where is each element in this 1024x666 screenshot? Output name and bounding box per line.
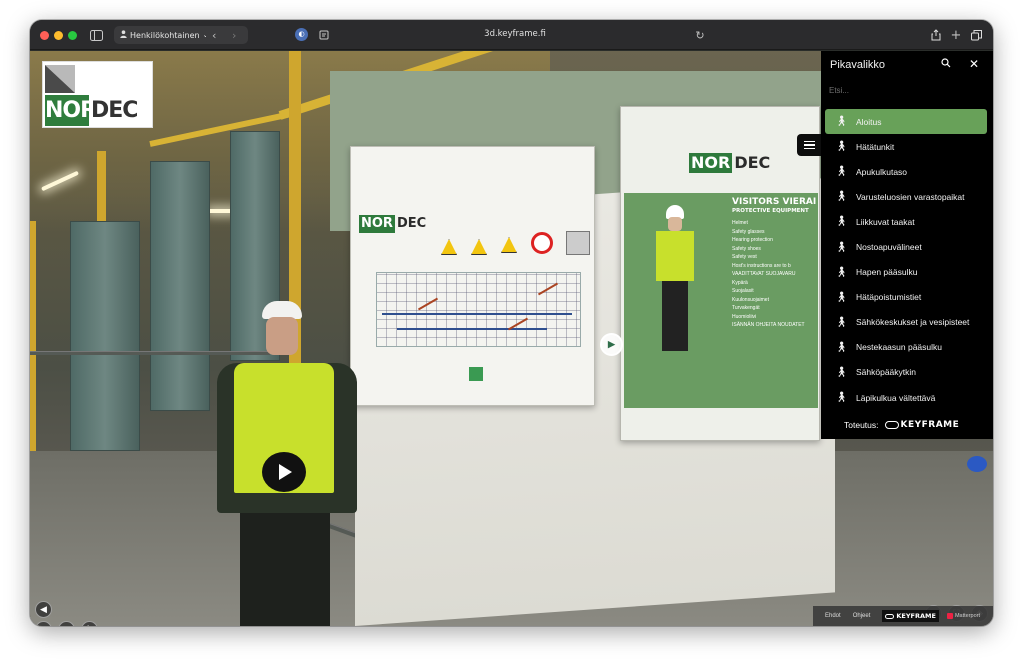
site-map-poster: NOR DEC xyxy=(350,146,595,406)
minimize-window-button[interactable] xyxy=(54,31,63,40)
quick-menu-panel: Pikavalikko ✕ 🚶︎Aloitus 🚶︎Hätätunkit 🚶︎A… xyxy=(821,51,993,439)
nav-buttons: ‹ › xyxy=(206,26,248,44)
hamburger-icon xyxy=(803,140,815,143)
exit-sign xyxy=(469,367,483,381)
site-floor-plan xyxy=(376,272,581,347)
profile-label: Henkilökohtainen xyxy=(130,30,200,40)
walking-person-icon: 🚶︎ xyxy=(835,141,848,153)
attribution-bar: Ehdot Ohjeet KEYFRAME Matterport xyxy=(813,606,993,626)
prohibition-sign xyxy=(531,232,553,254)
menu-item-nestekaasun-paasulku[interactable]: 🚶︎ Nestekaasun pääsulku xyxy=(825,335,987,360)
walking-person-icon: 🚶︎ xyxy=(835,316,848,328)
close-window-button[interactable] xyxy=(40,31,49,40)
poster-lines: Helmet Safety glasses Hearing protection S… xyxy=(732,220,805,328)
poster-logo: NOR DEC xyxy=(359,215,427,233)
face xyxy=(266,317,298,355)
prohibition-sign xyxy=(566,231,590,255)
menu-toggle-button[interactable] xyxy=(797,134,821,156)
menu-item-apukulkutaso[interactable]: 🚶︎ Apukulkutaso xyxy=(825,159,987,184)
new-tab-icon[interactable]: + xyxy=(950,27,962,43)
yellow-pillar xyxy=(30,221,36,471)
browser-window: Henkilökohtainen ⌄ ‹ › ◐ 3d.keyframe.fi … xyxy=(30,20,993,626)
machine xyxy=(150,161,210,411)
help-link[interactable]: Ohjeet xyxy=(853,613,871,619)
search-icon[interactable] xyxy=(941,58,955,72)
tab-overview-icon[interactable] xyxy=(970,27,982,43)
compass-icon: ◉ xyxy=(40,624,48,626)
pipe xyxy=(30,351,270,355)
menu-title: Pikavalikko xyxy=(830,59,886,71)
hazard-sign xyxy=(501,237,517,253)
volume-button[interactable]: ◀ xyxy=(35,601,52,618)
extension-icon[interactable]: ◐ xyxy=(295,28,308,41)
share-page-icon[interactable] xyxy=(930,27,942,43)
protective-heading: PROTECTIVE EQUIPMENT xyxy=(732,208,809,214)
walking-person-icon: 🚶︎ xyxy=(835,216,848,228)
close-icon[interactable]: ✕ xyxy=(967,57,981,71)
address-bar[interactable]: 3d.keyframe.fi xyxy=(470,29,560,39)
machine xyxy=(70,221,140,451)
menu-item-nostoapuvalineet[interactable]: 🚶︎ Nostoapuvälineet xyxy=(825,234,987,259)
walking-person-icon: 🚶︎ xyxy=(835,191,848,203)
keyframe-badge[interactable]: KEYFRAME xyxy=(882,610,939,622)
visitors-poster: NOR DEC VISITORS VIERAI PROTECTIVE EQUIPM… xyxy=(620,106,820,441)
nordec-logo: NOR DEC xyxy=(42,61,153,128)
terms-link[interactable]: Ehdot xyxy=(825,613,841,619)
floorplan-icon: ⌂ xyxy=(64,625,69,627)
media-hotspot[interactable]: ▶ xyxy=(600,333,623,356)
volume-icon: ◀ xyxy=(40,604,47,614)
menu-item-liikkuvat-taakat[interactable]: 🚶︎ Liikkuvat taakat xyxy=(825,209,987,234)
footer-label: Toteutus: xyxy=(844,420,879,430)
reload-icon[interactable]: ↻ xyxy=(694,27,706,43)
walking-person-icon: 🚶︎ xyxy=(835,241,848,253)
navigation-marker[interactable] xyxy=(967,456,987,472)
walking-person-icon: 🚶︎ xyxy=(835,291,848,303)
menu-item-varastopaikat[interactable]: 🚶︎ Varusteluosien varastopaikat xyxy=(825,184,987,209)
profile-switcher[interactable]: Henkilökohtainen ⌄ xyxy=(114,26,215,44)
poster-green-panel: VISITORS VIERAI PROTECTIVE EQUIPMENT Hel… xyxy=(624,193,818,408)
walking-person-icon: 🚶︎ xyxy=(835,366,848,378)
ruler-icon: ✎ xyxy=(86,624,94,626)
visitors-heading: VISITORS VIERAI xyxy=(732,197,817,207)
play-square-icon: ▶ xyxy=(608,339,615,349)
hazard-sign xyxy=(471,239,487,255)
browser-toolbar: Henkilökohtainen ⌄ ‹ › ◐ 3d.keyframe.fi … xyxy=(30,20,993,50)
forward-arrow-icon[interactable]: › xyxy=(232,27,236,43)
trousers xyxy=(240,513,330,626)
matterport-icon xyxy=(946,613,953,619)
menu-item-hatatunkit[interactable]: 🚶︎ Hätätunkit xyxy=(825,134,987,159)
keyframe-logo[interactable]: KEYFRAME xyxy=(884,420,960,430)
play-video-button[interactable] xyxy=(262,452,306,492)
menu-item-hapen-paasulku[interactable]: 🚶︎ Hapen pääsulku xyxy=(825,260,987,285)
zoom-window-button[interactable] xyxy=(68,31,77,40)
sidebar-toggle-icon[interactable] xyxy=(88,27,104,43)
person-icon xyxy=(120,30,127,40)
reader-icon[interactable] xyxy=(318,27,330,43)
keyframe-mark-icon xyxy=(884,421,899,429)
matterport-badge[interactable]: Matterport xyxy=(946,613,980,619)
menu-item-hatapoistumistiet[interactable]: 🚶︎ Hätäpoistumistiet xyxy=(825,285,987,310)
walking-person-icon: 🚶︎ xyxy=(835,266,848,278)
menu-item-sahkopaakytkin[interactable]: 🚶︎ Sähköpääkytkin xyxy=(825,360,987,385)
keyframe-mark-icon xyxy=(885,613,895,619)
poster-logo: NOR DEC xyxy=(689,153,771,173)
back-arrow-icon[interactable]: ‹ xyxy=(212,27,216,43)
walking-person-icon: 🚶︎ xyxy=(835,116,848,128)
menu-item-sahkokeskukset[interactable]: 🚶︎ Sähkökeskukset ja vesipisteet xyxy=(825,310,987,335)
walking-person-icon: 🚶︎ xyxy=(835,341,848,353)
play-icon xyxy=(279,464,292,480)
menu-item-lapikulkua-valtettava[interactable]: 🚶︎ Läpikulkua vältettävä xyxy=(825,385,987,410)
menu-list: 🚶︎ Aloitus 🚶︎ Hätätunkit 🚶︎ Apukulkutaso 🚶︎… xyxy=(825,109,987,410)
menu-footer: Toteutus: KEYFRAME xyxy=(844,420,959,430)
hazard-sign xyxy=(441,239,457,255)
menu-item-aloitus[interactable]: 🚶︎ Aloitus xyxy=(825,109,987,135)
walking-person-icon: 🚶︎ xyxy=(835,166,848,178)
menu-search-input[interactable] xyxy=(829,83,979,97)
walking-person-icon: 🚶︎ xyxy=(835,392,848,404)
